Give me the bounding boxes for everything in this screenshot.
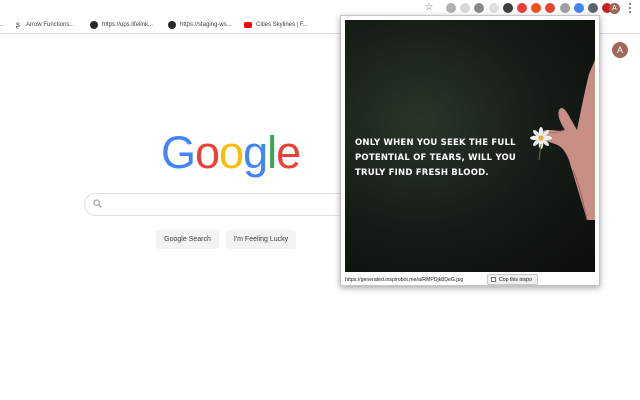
extension-gray2-icon[interactable] xyxy=(559,3,570,13)
bookmark-item[interactable]: ... xyxy=(0,19,3,31)
copy-button-label: Cop this inspo xyxy=(499,276,532,283)
inspiration-image: ONLY WHEN YOU SEEK THE FULL POTENTIAL OF… xyxy=(345,20,595,272)
search-input[interactable] xyxy=(107,197,357,212)
copy-inspo-button[interactable]: Cop this inspo xyxy=(487,274,538,285)
copy-icon xyxy=(491,277,496,282)
bookmark-arrow-functions[interactable]: ʂ Arrow Functions... xyxy=(14,19,74,31)
logo-letter: G xyxy=(161,127,196,178)
feeling-lucky-button[interactable]: I'm Feeling Lucky xyxy=(226,230,296,249)
extension-gear-icon[interactable] xyxy=(474,3,485,13)
star-icon[interactable]: ☆ xyxy=(424,3,434,13)
bookmark-ops-lifelink[interactable]: https://ops.lifelink... xyxy=(90,19,153,31)
profile-avatar[interactable]: A xyxy=(609,3,620,14)
browser-toolbar: ☆ A xyxy=(0,0,640,16)
search-icon xyxy=(93,199,102,208)
extension-dark-icon[interactable] xyxy=(588,3,598,13)
extension-globe-icon[interactable] xyxy=(573,3,584,13)
bookmark-label: ... xyxy=(0,22,4,28)
google-account-avatar[interactable]: A xyxy=(612,42,628,58)
bookmark-staging-ws[interactable]: https://staging-ws... xyxy=(168,19,232,31)
github-icon xyxy=(168,21,176,29)
bookmark-label: https://staging-ws... xyxy=(180,22,232,28)
bookmark-cities-skylines[interactable]: Cities Skylines | F... xyxy=(244,19,308,31)
bookmark-label: Arrow Functions... xyxy=(26,22,75,28)
extension-page-icon[interactable] xyxy=(488,3,499,13)
logo-letter: l xyxy=(267,127,277,178)
extension-red-icon[interactable] xyxy=(517,3,527,13)
browser-menu-icon[interactable] xyxy=(627,2,633,14)
logo-letter: g xyxy=(243,127,268,178)
google-logo: Google xyxy=(161,127,301,178)
google-search-button[interactable]: Google Search xyxy=(156,230,219,249)
browser-window: ☆ A ... ʂ Arrow Functions... https://ops… xyxy=(0,0,640,400)
extension-gmail-icon[interactable] xyxy=(545,3,556,13)
logo-letter: o xyxy=(195,127,220,178)
s-link-icon: ʂ xyxy=(16,20,20,29)
popup-footer: https://generated.inspirobot.me/a/RMPDjk… xyxy=(345,274,595,285)
bookmark-label: https://ops.lifelink... xyxy=(102,22,154,28)
logo-letter: e xyxy=(276,127,301,178)
inspiration-quote: ONLY WHEN YOU SEEK THE FULL POTENTIAL OF… xyxy=(355,138,517,178)
bookmark-label: Cities Skylines | F... xyxy=(256,22,308,28)
image-url: https://generated.inspirobot.me/a/RMPDjk… xyxy=(345,277,464,283)
extension-square-icon[interactable] xyxy=(460,3,471,13)
youtube-icon xyxy=(244,22,252,28)
extension-info-icon[interactable] xyxy=(502,3,513,13)
inspiro-popup: ONLY WHEN YOU SEEK THE FULL POTENTIAL OF… xyxy=(340,15,600,286)
logo-letter: o xyxy=(219,127,244,178)
github-icon xyxy=(90,21,98,29)
extension-gray-icon[interactable] xyxy=(446,3,456,13)
extension-orange-icon[interactable] xyxy=(531,3,542,13)
